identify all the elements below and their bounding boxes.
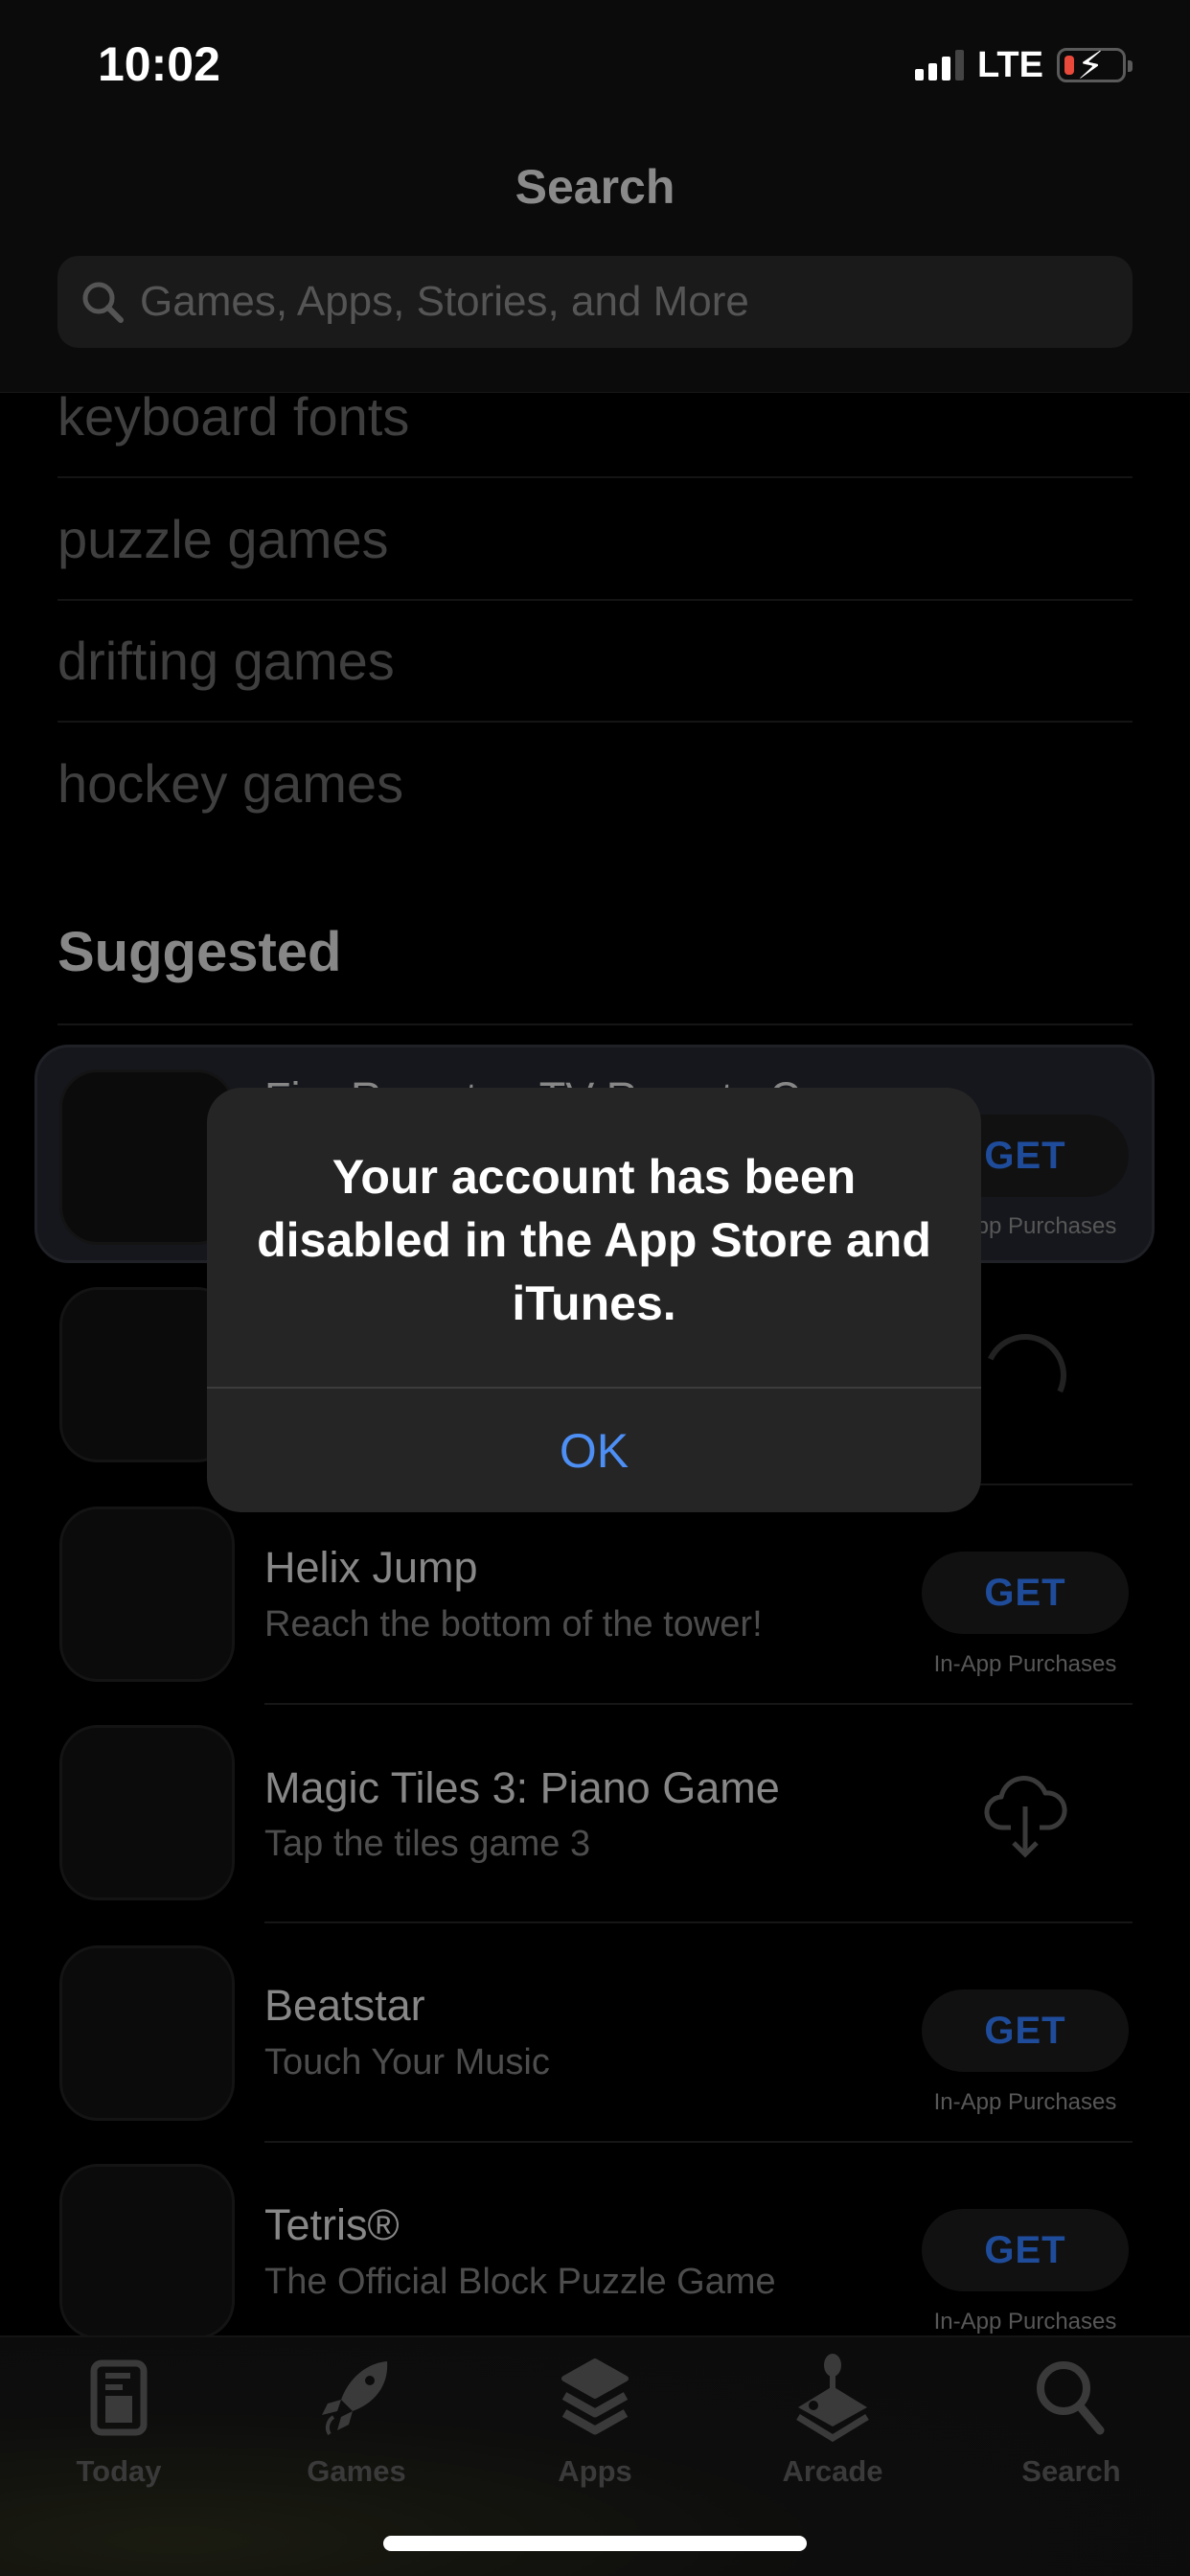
battery-charging-icon: ⚡ — [1056, 45, 1133, 87]
tab-label: Today — [76, 2454, 162, 2488]
cloud-download-icon[interactable] — [982, 1768, 1068, 1864]
divider — [264, 2141, 1133, 2143]
loading-spinner-icon — [972, 1322, 1079, 1429]
recent-search-label: puzzle games — [57, 509, 389, 569]
app-name: Beatstar — [264, 1981, 425, 2030]
tab-label: Games — [307, 2454, 406, 2488]
alert-dialog: Your account has been disabled in the Ap… — [207, 1088, 981, 1512]
in-app-purchases-note: In-App Purchases — [933, 2089, 1117, 2115]
recent-search-item[interactable]: puzzle games — [57, 479, 1133, 601]
joystick-icon — [790, 2354, 876, 2442]
app-subtitle: Touch Your Music — [264, 2042, 550, 2082]
divider — [264, 1703, 1133, 1705]
app-subtitle: The Official Block Puzzle Game — [264, 2262, 776, 2302]
page-title: Search — [515, 160, 675, 214]
status-indicators: LTE ⚡ — [915, 44, 1133, 87]
get-button[interactable]: GET — [922, 1552, 1129, 1634]
tab-today[interactable]: Today — [0, 2337, 238, 2491]
tab-arcade[interactable]: Arcade — [714, 2337, 951, 2491]
search-placeholder: Games, Apps, Stories, and More — [140, 278, 749, 325]
section-heading-suggested: Suggested — [57, 921, 342, 983]
tab-games[interactable]: Games — [238, 2337, 475, 2491]
app-icon — [59, 1506, 235, 1682]
search-input[interactable]: Games, Apps, Stories, and More — [57, 256, 1133, 348]
app-icon — [59, 1945, 235, 2121]
app-name: Helix Jump — [264, 1543, 478, 1592]
status-time: 10:02 — [98, 37, 220, 91]
in-app-purchases-note: In-App Purchases — [933, 2309, 1117, 2334]
get-button[interactable]: GET — [922, 2209, 1129, 2291]
get-button[interactable]: GET — [922, 1990, 1129, 2072]
rocket-icon — [313, 2355, 400, 2441]
recent-search-label: drifting games — [57, 631, 395, 691]
tab-search[interactable]: Search — [952, 2337, 1190, 2491]
app-subtitle: Reach the bottom of the tower! — [264, 1604, 763, 1644]
divider — [57, 1024, 1133, 1025]
today-icon — [76, 2355, 162, 2441]
recent-search-label: hockey games — [57, 753, 404, 814]
app-name: Tetris® — [264, 2200, 400, 2249]
divider — [264, 1921, 1133, 1923]
tab-apps[interactable]: Apps — [476, 2337, 714, 2491]
app-icon — [59, 1725, 235, 1900]
search-icon — [1028, 2355, 1114, 2441]
in-app-purchases-note: In-App Purchases — [933, 1651, 1117, 1677]
recent-search-item[interactable]: drifting games — [57, 601, 1133, 723]
tab-label: Search — [1021, 2454, 1121, 2488]
ok-button[interactable]: OK — [207, 1389, 981, 1512]
app-name: Magic Tiles 3: Piano Game — [264, 1763, 780, 1812]
tab-label: Apps — [558, 2454, 632, 2488]
app-icon — [59, 2164, 235, 2339]
alert-message: Your account has been disabled in the Ap… — [257, 1150, 931, 1330]
cellular-signal-icon — [915, 50, 964, 80]
network-type: LTE — [977, 44, 1043, 85]
tab-label: Arcade — [782, 2454, 883, 2488]
layers-icon — [552, 2355, 638, 2441]
app-subtitle: Tap the tiles game 3 — [264, 1824, 591, 1864]
recent-search-item[interactable]: hockey games — [57, 723, 1133, 844]
recent-search-label: keyboard fonts — [57, 386, 410, 447]
search-icon — [79, 278, 126, 326]
home-indicator[interactable] — [383, 2536, 807, 2551]
